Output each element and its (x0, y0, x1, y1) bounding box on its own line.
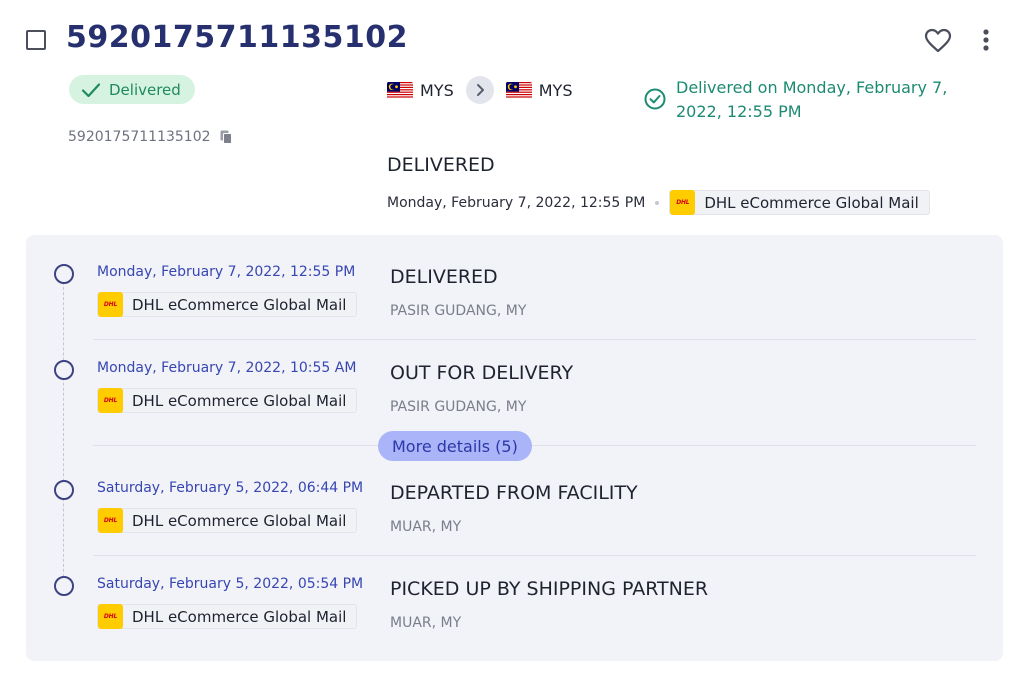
timeline-dot (54, 360, 74, 380)
timeline-dot (54, 480, 74, 500)
latest-datetime: Monday, February 7, 2022, 12:55 PM (387, 194, 646, 211)
timeline-dot (54, 576, 74, 596)
copy-icon[interactable] (220, 130, 232, 144)
status-badge: Delivered (69, 75, 195, 104)
event-datetime: Monday, February 7, 2022, 10:55 AM (97, 360, 357, 376)
latest-status: DELIVERED (387, 154, 495, 176)
event-location: MUAR, MY (390, 519, 462, 535)
chevron-right-icon (476, 84, 484, 96)
tracking-number-text: 5920175711135102 (68, 129, 211, 145)
tracking-number-line: 5920175711135102 (68, 129, 232, 145)
latest-meta: Monday, February 7, 2022, 12:55 PM DHL D… (387, 190, 930, 215)
event-status: OUT FOR DELIVERY (390, 362, 574, 384)
event-status: DEPARTED FROM FACILITY (390, 482, 638, 504)
timeline-line (63, 282, 64, 582)
delivered-on: Delivered on Monday, February 7, 2022, 1… (644, 76, 984, 124)
carrier-chip[interactable]: DHL DHL eCommerce Global Mail (669, 190, 930, 215)
divider (93, 445, 976, 446)
dhl-logo-icon: DHL (98, 604, 123, 629)
carrier-chip[interactable]: DHL DHL eCommerce Global Mail (97, 292, 358, 317)
check-circle-icon (644, 88, 666, 110)
event-datetime: Saturday, February 5, 2022, 05:54 PM (97, 576, 364, 592)
event-status: PICKED UP BY SHIPPING PARTNER (390, 578, 709, 600)
carrier-chip[interactable]: DHL DHL eCommerce Global Mail (97, 604, 358, 629)
carrier-name: DHL eCommerce Global Mail (132, 295, 347, 314)
dhl-logo-icon: DHL (98, 292, 123, 317)
event-location: PASIR GUDANG, MY (390, 399, 527, 415)
carrier-name: DHL eCommerce Global Mail (704, 193, 919, 212)
divider (93, 555, 976, 556)
route: MYS MYS (387, 76, 572, 104)
delivered-on-text: Delivered on Monday, February 7, 2022, 1… (676, 78, 948, 121)
malaysia-flag-icon (387, 81, 413, 99)
route-arrow (465, 76, 494, 104)
event-location: MUAR, MY (390, 615, 462, 631)
dhl-logo-icon: DHL (98, 388, 123, 413)
origin-country: MYS (420, 80, 454, 100)
event-datetime: Saturday, February 5, 2022, 06:44 PM (97, 480, 364, 496)
carrier-name: DHL eCommerce Global Mail (132, 391, 347, 410)
carrier-name: DHL eCommerce Global Mail (132, 511, 347, 530)
more-details-button[interactable]: More details (5) (378, 431, 532, 461)
timeline-dot (54, 264, 74, 284)
kebab-icon[interactable] (976, 28, 996, 54)
dhl-logo-icon: DHL (670, 190, 696, 215)
divider (93, 339, 976, 340)
separator-dot (655, 200, 660, 205)
carrier-chip[interactable]: DHL DHL eCommerce Global Mail (97, 508, 358, 533)
check-icon (81, 82, 101, 97)
timeline-panel: Monday, February 7, 2022, 12:55 PM DHL D… (26, 235, 1003, 661)
tracking-number-title: 5920175711135102 (66, 20, 408, 55)
select-checkbox[interactable] (26, 30, 46, 50)
dhl-logo-icon: DHL (98, 508, 123, 533)
event-location: PASIR GUDANG, MY (390, 303, 527, 319)
destination-country: MYS (538, 80, 573, 100)
carrier-name: DHL eCommerce Global Mail (132, 607, 347, 626)
malaysia-flag-icon (505, 81, 532, 99)
event-status: DELIVERED (390, 266, 498, 288)
status-badge-label: Delivered (109, 80, 181, 99)
carrier-chip[interactable]: DHL DHL eCommerce Global Mail (97, 388, 358, 413)
heart-icon[interactable] (924, 28, 952, 54)
event-datetime: Monday, February 7, 2022, 12:55 PM (97, 264, 356, 280)
